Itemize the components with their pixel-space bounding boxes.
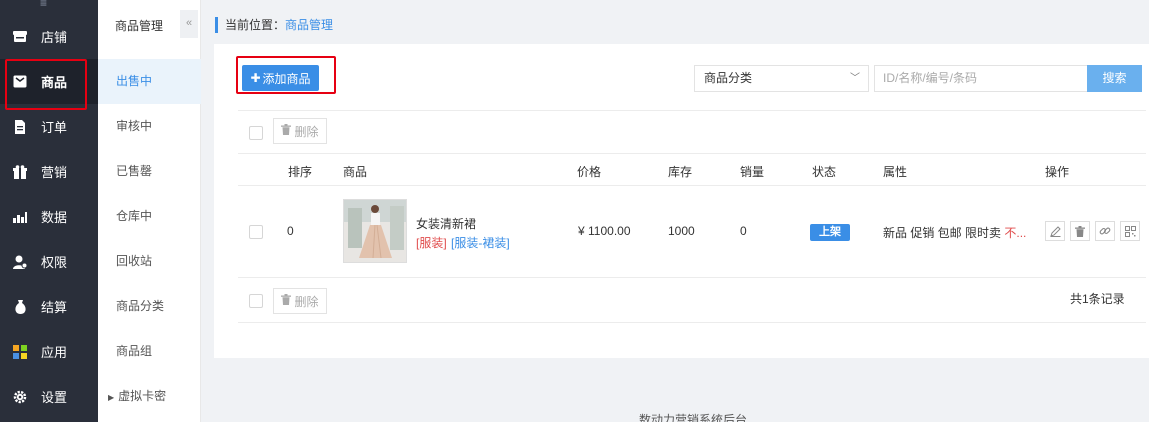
subnav-title: 商品管理 xyxy=(115,19,164,33)
sidebar-item-settings[interactable]: 设置 xyxy=(0,374,98,419)
sidebar-item-store[interactable]: 店铺 xyxy=(0,14,98,59)
col-header-status: 状态 xyxy=(812,165,837,179)
product-category-tag[interactable]: [服装] xyxy=(416,234,447,251)
divider xyxy=(238,185,1146,186)
breadcrumb-current[interactable]: 商品管理 xyxy=(285,18,333,32)
subnav-item-virtual-card[interactable]: ▶ 虚拟卡密 xyxy=(98,374,201,419)
attributes-text: 新品 促销 包邮 限时卖 xyxy=(883,226,1002,240)
sidebar-item-settlement[interactable]: 结算 xyxy=(0,284,98,329)
link-icon xyxy=(1099,227,1111,235)
select-all-checkbox[interactable] xyxy=(249,126,263,140)
chart-icon xyxy=(13,210,27,224)
main-sidebar: ≡ 店铺 商品 订单 营销 数据 权限 结算 应用 设置 xyxy=(0,0,98,422)
trash-icon xyxy=(281,294,292,308)
subnav-item-label: 虚拟卡密 xyxy=(118,389,167,403)
sidebar-item-label: 结算 xyxy=(41,300,68,315)
col-header-sort[interactable]: 排序 xyxy=(288,163,312,180)
qrcode-button[interactable] xyxy=(1120,221,1140,241)
row-checkbox[interactable] xyxy=(249,225,263,239)
goods-icon xyxy=(13,75,27,89)
row-sales: 0 xyxy=(740,224,747,238)
collapse-arrow-icon[interactable]: ≡ xyxy=(40,0,47,10)
sidebar-item-label: 订单 xyxy=(41,120,68,135)
delete-button[interactable] xyxy=(1070,221,1090,241)
select-all-checkbox-bottom[interactable] xyxy=(249,294,263,308)
divider xyxy=(238,110,1146,111)
row-price: ¥ 1100.00 xyxy=(578,224,631,238)
col-header-attributes: 属性 xyxy=(883,165,908,179)
row-sort[interactable]: 0 xyxy=(287,224,294,238)
sidebar-item-orders[interactable]: 订单 xyxy=(0,104,98,149)
product-thumbnail[interactable] xyxy=(343,199,407,263)
category-select[interactable]: 商品分类 ﹀ xyxy=(694,65,869,92)
record-count: 共1条记录 xyxy=(1070,292,1125,306)
product-name[interactable]: 女装清新裙 xyxy=(416,215,476,232)
sidebar-item-apps[interactable]: 应用 xyxy=(0,329,98,374)
subnav-item-warehouse[interactable]: 仓库中 xyxy=(98,194,201,239)
breadcrumb: 当前位置：商品管理 xyxy=(215,17,333,33)
qrcode-icon xyxy=(1124,225,1136,237)
user-icon xyxy=(13,255,27,269)
sidebar-item-goods[interactable]: 商品 xyxy=(0,59,98,104)
footer-text: 数动力营销系统后台 xyxy=(639,413,748,422)
order-icon xyxy=(13,119,27,134)
collapse-subnav-button[interactable]: « xyxy=(180,10,198,38)
sidebar-item-label: 权限 xyxy=(41,255,68,270)
subnav-item-recycle-bin[interactable]: 回收站 xyxy=(98,239,201,284)
sidebar-item-label: 店铺 xyxy=(41,30,68,45)
attributes-more: 不... xyxy=(1004,226,1027,240)
divider xyxy=(238,322,1146,323)
search-input[interactable]: ID/名称/编号/条码 xyxy=(874,65,1088,92)
bulk-delete-button[interactable]: 删除 xyxy=(273,118,327,144)
store-icon xyxy=(13,30,27,44)
col-header-sales[interactable]: 销量 xyxy=(740,163,764,180)
add-product-label: 添加商品 xyxy=(262,71,311,86)
bulk-delete-label: 删除 xyxy=(294,124,319,139)
subnav-item-category[interactable]: 商品分类 xyxy=(98,284,201,329)
category-select-value: 商品分类 xyxy=(704,71,753,85)
trash-icon xyxy=(281,124,292,138)
sidebar-item-label: 营销 xyxy=(41,165,68,180)
col-header-actions: 操作 xyxy=(1045,165,1070,179)
trash-icon xyxy=(1075,225,1085,237)
subnav-item-group[interactable]: 商品组 xyxy=(98,329,201,374)
search-button[interactable]: 搜索 xyxy=(1087,65,1142,92)
row-attributes: 新品 促销 包邮 限时卖 不... xyxy=(883,224,1026,241)
chevron-down-icon: ﹀ xyxy=(850,73,860,84)
sidebar-item-label: 设置 xyxy=(41,390,68,405)
add-product-button[interactable]: ✚ 添加商品 xyxy=(242,65,319,91)
sidebar-item-marketing[interactable]: 营销 xyxy=(0,149,98,194)
bulk-delete-label: 删除 xyxy=(294,294,319,309)
apps-icon xyxy=(13,344,27,359)
subnav-item-on-sale[interactable]: 出售中 xyxy=(98,59,201,104)
status-badge[interactable]: 上架 xyxy=(810,224,850,241)
copy-link-button[interactable] xyxy=(1095,221,1115,241)
col-header-stock[interactable]: 库存 xyxy=(668,163,692,180)
col-header-product: 商品 xyxy=(343,165,368,179)
plus-icon: ✚ xyxy=(250,71,261,85)
sub-sidebar: 商品管理 « 出售中 审核中 已售罄 仓库中 回收站 商品分类 商品组 ▶ 虚拟卡… xyxy=(98,0,201,422)
moneybag-icon xyxy=(13,299,27,314)
product-subcategory-tag[interactable]: [服装-裙装] xyxy=(451,234,510,251)
pencil-icon xyxy=(1049,225,1061,237)
sidebar-item-label: 商品 xyxy=(41,75,68,90)
sidebar-item-label: 应用 xyxy=(41,345,68,360)
sidebar-item-permissions[interactable]: 权限 xyxy=(0,239,98,284)
subnav-item-under-review[interactable]: 审核中 xyxy=(98,104,201,149)
col-header-price[interactable]: 价格 xyxy=(577,163,601,180)
bulk-delete-button-bottom[interactable]: 删除 xyxy=(273,288,327,314)
divider xyxy=(238,153,1146,154)
breadcrumb-prefix: 当前位置： xyxy=(225,18,286,32)
divider xyxy=(238,277,1146,278)
gear-icon xyxy=(13,390,27,404)
sidebar-item-data[interactable]: 数据 xyxy=(0,194,98,239)
caret-right-icon: ▶ xyxy=(108,393,115,402)
row-stock: 1000 xyxy=(668,224,695,238)
edit-button[interactable] xyxy=(1045,221,1065,241)
sidebar-item-label: 数据 xyxy=(41,210,68,225)
gift-icon xyxy=(13,164,27,179)
subnav-item-sold-out[interactable]: 已售罄 xyxy=(98,149,201,194)
